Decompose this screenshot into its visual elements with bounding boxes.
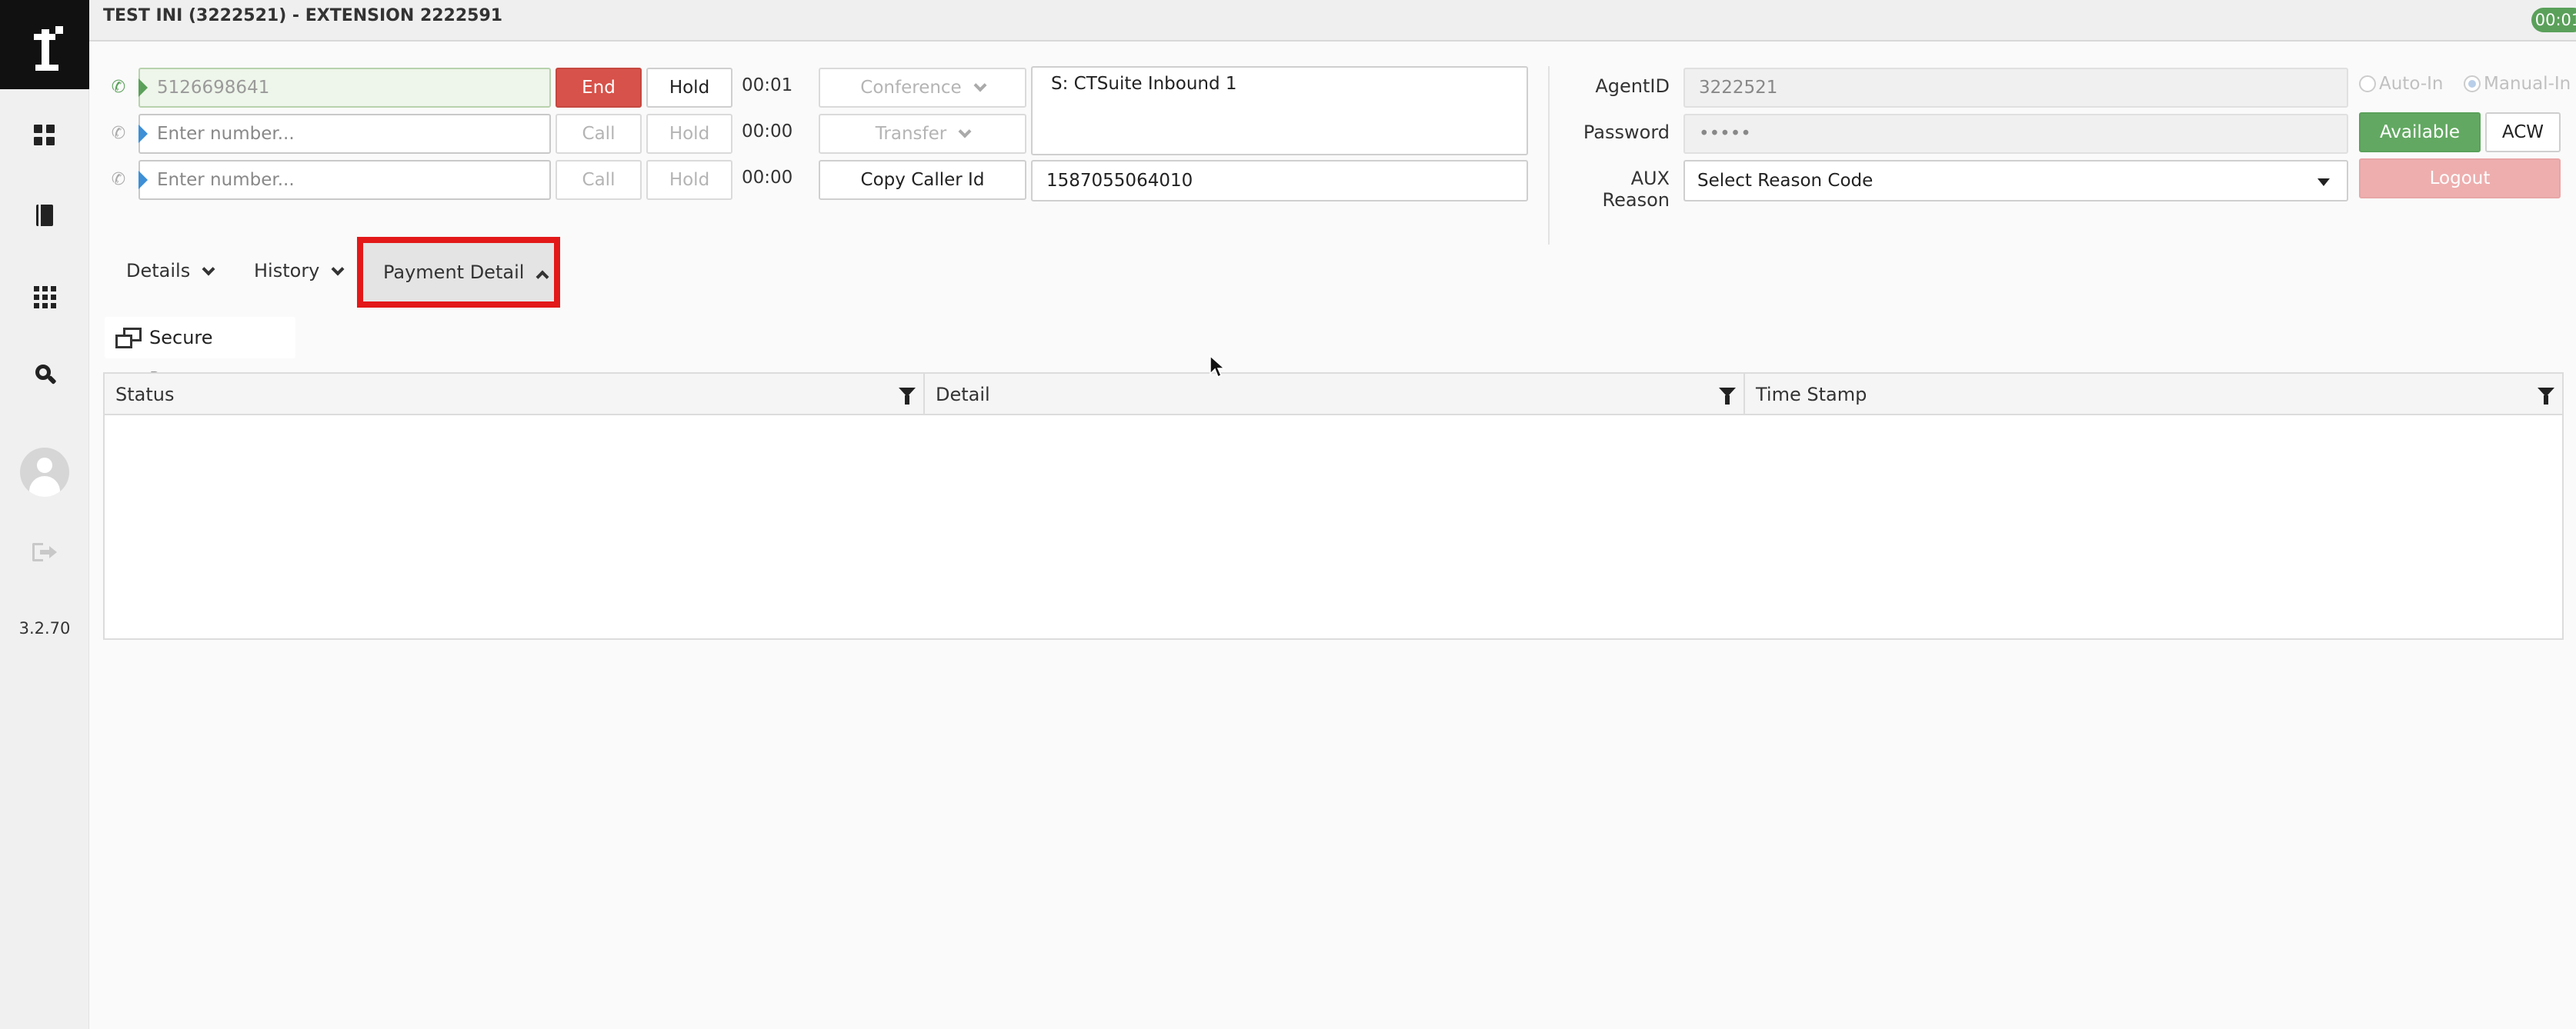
manual-in-radio-circle — [2464, 75, 2481, 92]
line-2-duration: 00:00 — [742, 122, 793, 142]
line-1-duration: 00:01 — [742, 75, 793, 95]
line-3-duration: 00:00 — [742, 168, 793, 188]
chevron-down-icon — [331, 262, 345, 276]
call-source: S: CTSuite Inbound 1 — [1051, 74, 1237, 94]
line-3-flag-icon — [138, 171, 148, 189]
line-3-hold-button[interactable]: Hold — [646, 160, 732, 200]
phone-icon: ✆ — [111, 124, 126, 143]
tab-payment-detail-inner: Payment Detail — [363, 243, 554, 301]
line-2-call-button[interactable]: Call — [556, 114, 642, 154]
chevron-down-icon — [202, 262, 215, 276]
ti-logo-icon — [28, 18, 63, 71]
acw-button[interactable]: ACW — [2485, 112, 2561, 152]
phone-icon: ✆ — [111, 170, 126, 189]
available-button[interactable]: Available — [2359, 112, 2481, 152]
app-root: 3.2.70 TEST INI (3222521) - EXTENSION 22… — [0, 0, 2576, 1029]
agent-id-field: 3222521 — [1683, 68, 2348, 108]
column-status-label: Status — [115, 384, 175, 405]
sign-out-icon[interactable] — [32, 543, 57, 561]
copy-caller-id-button[interactable]: Copy Caller Id — [819, 160, 1026, 200]
dashboard-icon[interactable] — [26, 117, 63, 154]
tab-payment-detail[interactable]: Payment Detail — [357, 237, 560, 308]
conference-button[interactable]: Conference — [819, 68, 1026, 108]
column-detail-label: Detail — [936, 384, 990, 405]
transfer-label: Transfer — [875, 124, 947, 144]
search-icon[interactable] — [26, 357, 63, 394]
windows-icon — [115, 328, 142, 349]
line-2-flag-icon — [138, 125, 148, 143]
panel-divider — [1548, 66, 1550, 245]
logout-button[interactable]: Logout — [2359, 158, 2561, 198]
line-1-flag-icon — [138, 78, 148, 97]
secure-payment-button[interactable]: Secure Payment — [105, 317, 295, 390]
column-header-detail[interactable]: Detail — [925, 374, 1745, 415]
tab-details[interactable]: Details — [126, 245, 215, 297]
password-value: ••••• — [1699, 124, 1751, 144]
line-3-number-input[interactable]: Enter number... — [138, 160, 551, 200]
column-header-time-stamp[interactable]: Time Stamp — [1745, 374, 2562, 415]
call-source-box: S: CTSuite Inbound 1 — [1031, 66, 1528, 155]
password-label: Password — [1583, 122, 1670, 143]
tab-details-label: Details — [126, 260, 191, 281]
manual-in-radio[interactable]: Manual-In — [2464, 74, 2571, 94]
agent-id-label: AgentID — [1595, 75, 1670, 97]
filter-icon[interactable] — [1719, 388, 1736, 405]
header-bar: TEST INI (3222521) - EXTENSION 2222591 0… — [89, 0, 2576, 42]
dropdown-caret-icon — [2317, 178, 2330, 186]
aux-reason-value: Select Reason Code — [1697, 171, 1874, 191]
phone-active-icon: ✆ — [111, 78, 126, 97]
agent-id-value: 3222521 — [1699, 78, 1778, 98]
line-2-placeholder: Enter number... — [157, 124, 295, 144]
app-version: 3.2.70 — [18, 619, 71, 638]
caller-id-field[interactable]: 1587055064010 — [1031, 160, 1528, 201]
chevron-down-icon — [958, 125, 972, 138]
tab-payment-detail-label: Payment Detail — [383, 261, 525, 283]
manual-in-label: Manual-In — [2484, 74, 2571, 94]
transfer-button[interactable]: Transfer — [819, 114, 1026, 154]
call-timer-badge: 00:01 — [2531, 8, 2576, 32]
auto-in-label: Auto-In — [2379, 74, 2444, 94]
mouse-cursor-icon — [1210, 355, 1226, 378]
tab-history[interactable]: History — [254, 245, 345, 297]
line-2-number-input[interactable]: Enter number... — [138, 114, 551, 154]
payment-detail-table: Status Detail Time Stamp — [103, 372, 2564, 640]
column-header-status[interactable]: Status — [105, 374, 925, 415]
chevron-down-icon — [973, 78, 987, 92]
chevron-up-icon — [536, 270, 549, 284]
filter-icon[interactable] — [2538, 388, 2554, 405]
line-2-hold-button[interactable]: Hold — [646, 114, 732, 154]
app-logo — [0, 0, 89, 89]
line-1-number: 5126698641 — [157, 78, 270, 98]
line-3-call-button[interactable]: Call — [556, 160, 642, 200]
auto-in-radio[interactable]: Auto-In — [2359, 74, 2444, 94]
apps-icon[interactable] — [26, 278, 63, 315]
conference-label: Conference — [860, 78, 962, 98]
sidebar: 3.2.70 — [0, 0, 89, 1029]
agent-title: TEST INI (3222521) - EXTENSION 2222591 — [103, 6, 503, 25]
end-call-button[interactable]: End — [556, 68, 642, 108]
line-3-placeholder: Enter number... — [157, 170, 295, 190]
table-header: Status Detail Time Stamp — [105, 374, 2562, 415]
filter-icon[interactable] — [899, 388, 916, 405]
auto-in-radio-circle — [2359, 75, 2376, 92]
aux-reason-label: AUX Reason — [1602, 168, 1670, 211]
tab-history-label: History — [254, 260, 320, 281]
line-1-hold-button[interactable]: Hold — [646, 68, 732, 108]
line-1-number-input[interactable]: 5126698641 — [138, 68, 551, 108]
book-icon[interactable] — [26, 197, 63, 234]
user-avatar-icon[interactable] — [20, 448, 69, 497]
column-time-stamp-label: Time Stamp — [1756, 384, 1867, 405]
caller-id: 1587055064010 — [1046, 171, 1193, 191]
password-field: ••••• — [1683, 114, 2348, 154]
aux-reason-select[interactable]: Select Reason Code — [1683, 160, 2348, 201]
